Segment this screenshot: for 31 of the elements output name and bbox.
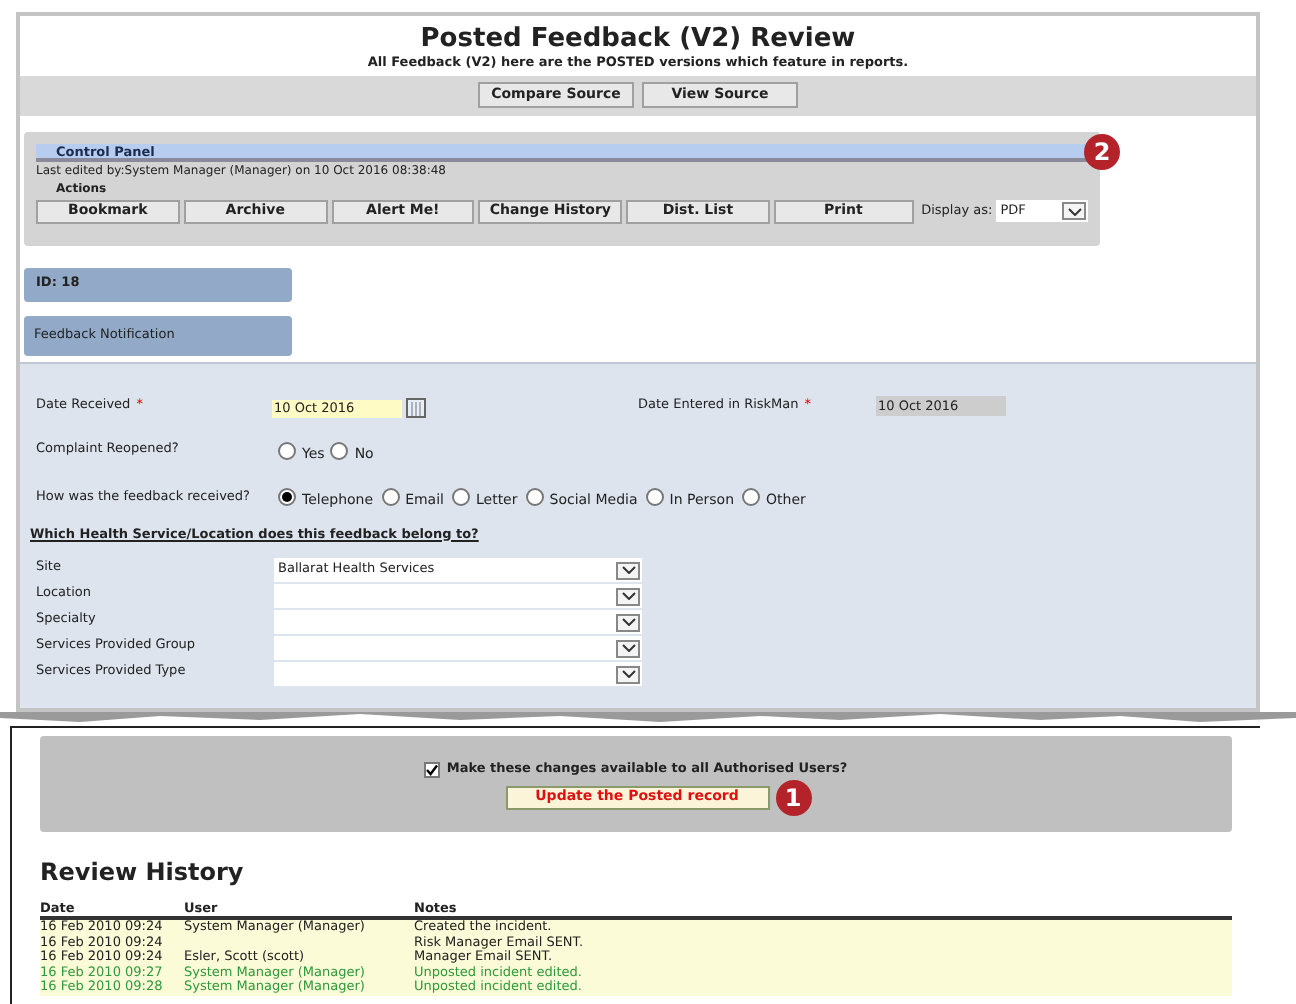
radio-button[interactable] (330, 441, 349, 460)
radio-button[interactable] (742, 488, 761, 507)
callout-marker: 1 (775, 779, 811, 816)
checkmark-icon (426, 763, 439, 776)
page-title: Posted Feedback (V2) Review (420, 26, 856, 52)
callout-marker: 2 (1084, 133, 1120, 169)
radio-button[interactable] (278, 488, 296, 507)
dropdown-field[interactable] (274, 610, 642, 635)
radio-button[interactable] (278, 441, 296, 460)
checkbox[interactable] (424, 761, 441, 778)
calendar-icon[interactable] (406, 397, 426, 417)
dropdown-button[interactable] (616, 639, 640, 658)
dropdown-field[interactable] (274, 636, 642, 661)
caret-icon (621, 592, 635, 601)
dropdown-button[interactable] (616, 665, 640, 684)
history-heading: Review History (40, 860, 246, 884)
radio-button[interactable] (525, 488, 544, 507)
dropdown-field[interactable] (274, 584, 642, 609)
caret-icon (1067, 207, 1082, 215)
radio-button[interactable] (451, 488, 470, 507)
dropdown-field[interactable] (274, 662, 642, 687)
dropdown-button[interactable] (616, 561, 640, 580)
caret-icon (621, 670, 635, 679)
radio-button[interactable] (645, 488, 664, 507)
dropdown-button[interactable] (1062, 202, 1087, 220)
dropdown-button[interactable] (616, 587, 640, 606)
caret-icon (621, 618, 635, 627)
caret-icon (621, 566, 635, 575)
radio-button[interactable] (381, 488, 400, 507)
dropdown-button[interactable] (616, 613, 640, 632)
caret-icon (621, 644, 635, 653)
